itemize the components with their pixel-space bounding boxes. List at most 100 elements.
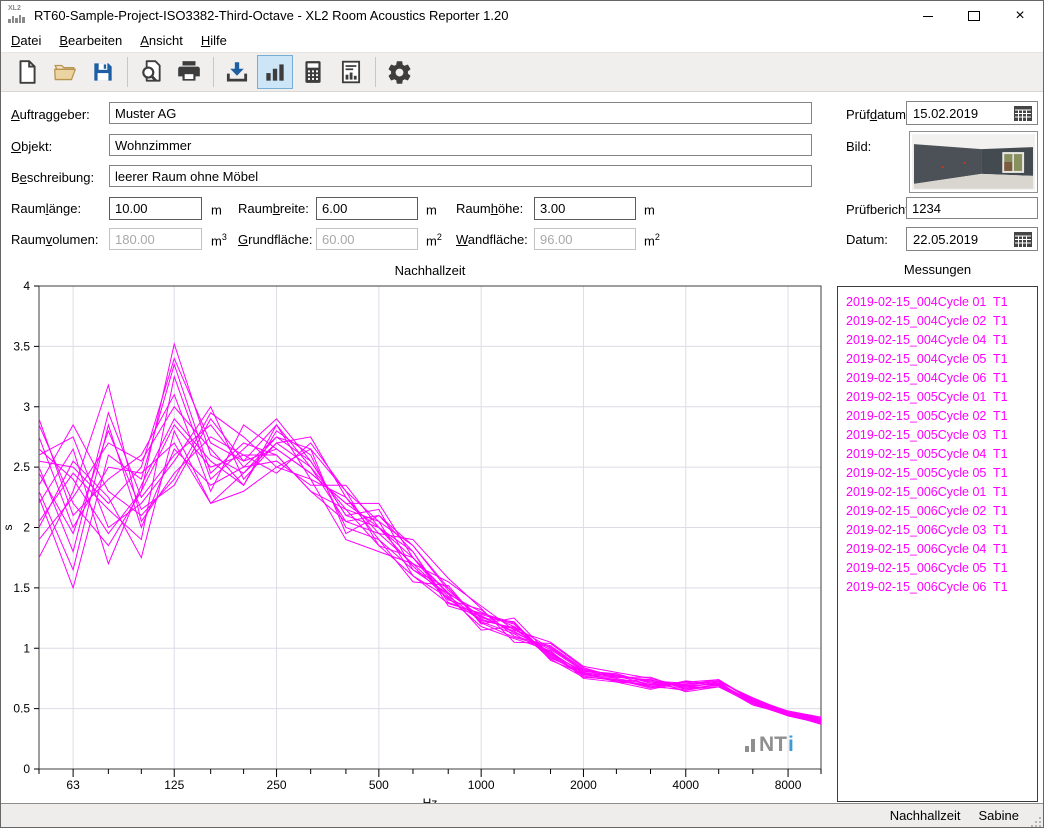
measurement-list-item[interactable]: 2019-02-15_006Cycle 04 T1 (838, 539, 1037, 558)
measurement-list-item[interactable]: 2019-02-15_006Cycle 02 T1 (838, 501, 1037, 520)
measurement-name: 2019-02-15_005Cycle 03 (846, 428, 993, 442)
measurement-list-item[interactable]: 2019-02-15_004Cycle 06 T1 (838, 368, 1037, 387)
save-project-button[interactable] (85, 55, 121, 89)
measurement-list-item[interactable]: 2019-02-15_006Cycle 01 T1 (838, 482, 1037, 501)
close-button[interactable]: × (997, 1, 1043, 31)
datum-field[interactable]: 22.05.2019 (906, 227, 1038, 251)
calculator-icon (300, 59, 326, 85)
measurement-list-item[interactable]: 2019-02-15_006Cycle 05 T1 (838, 558, 1037, 577)
raumlaenge-input[interactable] (109, 197, 202, 220)
wandflaeche-input (534, 228, 636, 250)
y-tick-label: 3 (23, 400, 30, 414)
window-title: RT60-Sample-Project-ISO3382-Third-Octave… (34, 8, 508, 23)
open-project-button[interactable] (47, 55, 83, 89)
toolbar-separator (375, 57, 376, 87)
measurement-tag: T1 (993, 428, 1008, 442)
save-icon (90, 59, 116, 85)
new-document-button[interactable] (9, 55, 45, 89)
measurement-name: 2019-02-15_004Cycle 04 (846, 333, 993, 347)
grundflaeche-input (316, 228, 418, 250)
measurement-list[interactable]: 2019-02-15_004Cycle 01 T1 2019-02-15_004… (837, 286, 1038, 802)
measurement-list-item[interactable]: 2019-02-15_005Cycle 05 T1 (838, 463, 1037, 482)
measurement-list-item[interactable]: 2019-02-15_005Cycle 03 T1 (838, 425, 1037, 444)
menu-hilfe[interactable]: Hilfe (192, 31, 236, 52)
menu-ansicht[interactable]: Ansicht (131, 31, 192, 52)
grundflaeche-unit: m2 (426, 232, 442, 248)
bild-label: Bild: (846, 139, 871, 154)
y-tick-label: 4 (23, 279, 30, 293)
y-tick-label: 1 (23, 641, 30, 655)
toolbar-separator (213, 57, 214, 87)
measurement-name: 2019-02-15_004Cycle 01 (846, 295, 993, 309)
raumhoehe-input[interactable] (534, 197, 636, 220)
menu-datei[interactable]: Datei (2, 31, 50, 52)
status-method: Sabine (979, 808, 1019, 823)
pruefdatum-field[interactable]: 15.02.2019 (906, 101, 1038, 125)
raumvolumen-unit: m3 (211, 232, 227, 248)
settings-button[interactable] (381, 55, 417, 89)
calculator-button[interactable] (295, 55, 331, 89)
bild-thumbnail[interactable] (909, 131, 1038, 193)
y-tick-label: 2.5 (13, 460, 30, 474)
measurement-tag: T1 (993, 295, 1008, 309)
measurement-tag: T1 (993, 390, 1008, 404)
measurement-list-item[interactable]: 2019-02-15_005Cycle 02 T1 (838, 406, 1037, 425)
nti-logo-bars (745, 739, 755, 752)
beschreibung-input[interactable] (109, 165, 812, 187)
raumbreite-input[interactable] (316, 197, 418, 220)
minimize-button[interactable] (905, 1, 951, 31)
wandflaeche-unit: m2 (644, 232, 660, 248)
raumhoehe-label: Raumhöhe: (456, 201, 523, 216)
app-window: XL2 RT60-Sample-Project-ISO3382-Third-Oc… (0, 0, 1044, 828)
measurement-list-item[interactable]: 2019-02-15_005Cycle 04 T1 (838, 444, 1037, 463)
measurement-list-item[interactable]: 2019-02-15_006Cycle 03 T1 (838, 520, 1037, 539)
measurement-tag: T1 (993, 371, 1008, 385)
pruefdatum-value: 15.02.2019 (907, 106, 1009, 121)
report-view-button[interactable] (333, 55, 369, 89)
measurement-list-item[interactable]: 2019-02-15_004Cycle 01 T1 (838, 292, 1037, 311)
calendar-icon (1014, 106, 1032, 121)
toolbar-separator (127, 57, 128, 87)
maximize-icon (968, 11, 980, 21)
x-tick-label: 4000 (672, 778, 699, 792)
measurement-list-item[interactable]: 2019-02-15_004Cycle 04 T1 (838, 330, 1037, 349)
status-bar: Nachhallzeit Sabine (1, 803, 1043, 828)
import-measurements-button[interactable] (219, 55, 255, 89)
bar-chart-icon (262, 59, 288, 85)
measurement-name: 2019-02-15_006Cycle 01 (846, 485, 993, 499)
print-button[interactable] (171, 55, 207, 89)
print-preview-button[interactable] (133, 55, 169, 89)
y-tick-label: 0 (23, 762, 30, 776)
measurement-list-item[interactable]: 2019-02-15_006Cycle 06 T1 (838, 577, 1037, 596)
chart-view-button[interactable] (257, 55, 293, 89)
chart-title: Nachhallzeit (395, 263, 466, 278)
auftraggeber-input[interactable] (109, 102, 812, 124)
x-tick-label: 1000 (468, 778, 495, 792)
minimize-icon (923, 16, 933, 17)
measurement-list-item[interactable]: 2019-02-15_004Cycle 05 T1 (838, 349, 1037, 368)
objekt-input[interactable] (109, 134, 812, 156)
datum-calendar-button[interactable] (1009, 228, 1037, 250)
pruefdatum-calendar-button[interactable] (1009, 102, 1037, 124)
resize-grip-icon[interactable] (1029, 815, 1041, 827)
maximize-button[interactable] (951, 1, 997, 31)
measurement-list-item[interactable]: 2019-02-15_004Cycle 02 T1 (838, 311, 1037, 330)
measurement-list-item[interactable]: 2019-02-15_005Cycle 01 T1 (838, 387, 1037, 406)
room-photo (912, 134, 1035, 190)
new-document-icon (14, 59, 40, 85)
measurement-tag: T1 (993, 580, 1008, 594)
raumvolumen-label: Raumvolumen: (11, 232, 98, 247)
y-tick-label: 2 (23, 521, 30, 535)
measurement-tag: T1 (993, 333, 1008, 347)
menu-bearbeiten[interactable]: Bearbeiten (50, 31, 131, 52)
measurement-name: 2019-02-15_006Cycle 06 (846, 580, 993, 594)
x-tick-label: 500 (369, 778, 389, 792)
toolbar (1, 52, 1043, 92)
measurement-tag: T1 (993, 466, 1008, 480)
print-icon (176, 59, 202, 85)
x-tick-label: 250 (267, 778, 287, 792)
measurements-title: Messungen (837, 262, 1038, 277)
y-tick-label: 3.5 (13, 339, 30, 353)
pruefberichtnr-input[interactable] (906, 197, 1038, 219)
series-line (39, 407, 821, 719)
